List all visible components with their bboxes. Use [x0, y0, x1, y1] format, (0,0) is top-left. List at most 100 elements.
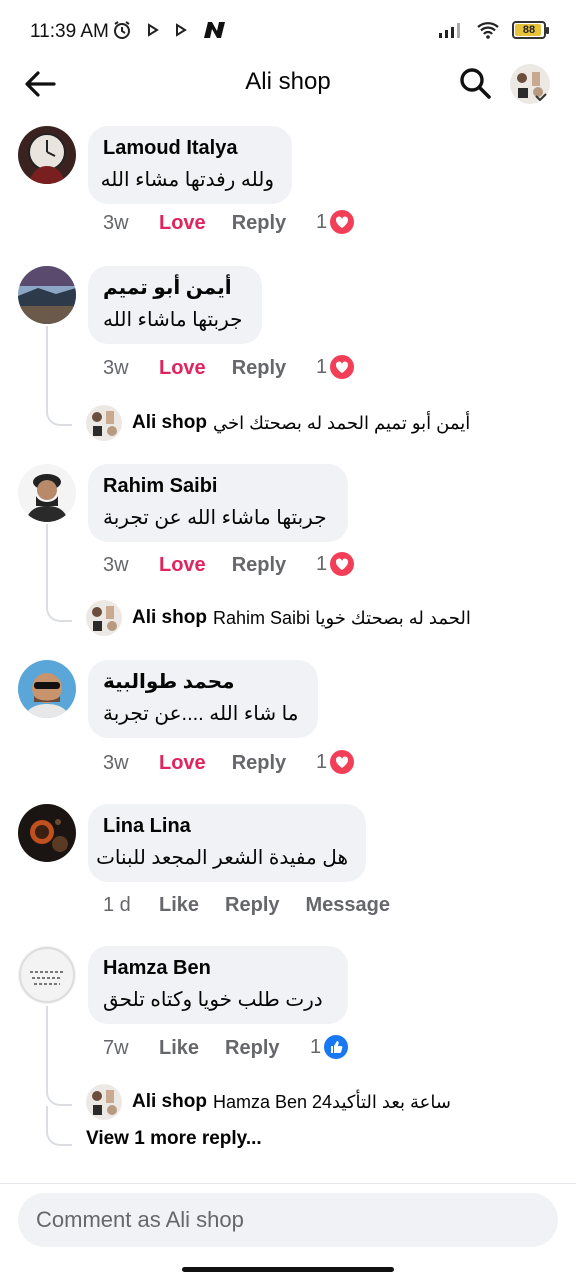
play-icon [148, 23, 159, 37]
reply-text: Hamza Ben 24ساعة بعد التأكيد [212, 1091, 451, 1112]
comment-bubble[interactable]: Lina Lina هل مفيدة الشعر المجعد للبنات [88, 804, 366, 882]
reply-author[interactable]: Ali shop [132, 412, 207, 434]
heart-icon [330, 355, 355, 379]
comment-text: ما شاء الله ....عن تجربة [103, 703, 299, 725]
comment-input[interactable] [18, 1193, 558, 1247]
comment-time[interactable]: 3w [103, 357, 159, 380]
heart-icon [330, 750, 355, 774]
avatar-calligraphy-image [18, 946, 76, 1004]
n-app-icon [204, 22, 225, 38]
heart-icon [330, 210, 355, 234]
reply-button[interactable]: Reply [225, 894, 279, 917]
message-button[interactable]: Message [306, 894, 391, 917]
comment-bubble[interactable]: محمد طوالبية ما شاء الله ....عن تجربة [88, 660, 318, 738]
avatar-coffee-image [18, 804, 76, 862]
thread-line [46, 1006, 72, 1106]
reply-button[interactable]: Reply [232, 752, 286, 775]
reply-author[interactable]: Ali shop [132, 1091, 207, 1113]
reply-button[interactable]: Reply [225, 1037, 279, 1060]
comment-time[interactable]: 3w [103, 752, 159, 775]
ali-shop-avatar-image [86, 1084, 122, 1120]
comment-author[interactable]: Rahim Saibi [103, 474, 330, 498]
comment-actions: 1 d Like Reply Message [103, 894, 416, 917]
comment-text: ولله رفدتها مشاء الله [100, 169, 274, 191]
battery-icon: 88 [512, 21, 549, 39]
header: Ali shop [0, 62, 576, 106]
search-button[interactable] [458, 66, 494, 102]
avatar[interactable] [86, 405, 122, 441]
avatar-person-image [18, 464, 76, 522]
avatar[interactable] [18, 266, 76, 324]
reaction-count[interactable]: 1 [316, 750, 355, 774]
ali-shop-avatar-image [86, 600, 122, 636]
comment-actions: 3w Love Reply [103, 357, 312, 380]
love-button[interactable]: Love [159, 357, 206, 380]
reaction-count[interactable]: 1 [316, 355, 355, 379]
comment-composer-bar [0, 1183, 576, 1280]
thumbs-up-icon [324, 1035, 349, 1059]
reaction-number: 1 [316, 750, 328, 773]
profile-switcher[interactable] [510, 64, 550, 104]
comment-author[interactable]: أيمن أبو تميم [103, 276, 244, 300]
avatar[interactable] [86, 1084, 122, 1120]
avatar[interactable] [18, 660, 76, 718]
comment-time[interactable]: 7w [103, 1037, 159, 1060]
reply-button[interactable]: Reply [232, 357, 286, 380]
comment-text: جربتها ماشاء الله [103, 309, 243, 331]
avatar[interactable] [86, 600, 122, 636]
comment-text: جربتها ماشاء الله عن تجربة [103, 507, 327, 529]
comment-author[interactable]: Lina Lina [103, 814, 348, 838]
reply-item[interactable]: Ali shop Hamza Ben 24ساعة بعد التأكيد [86, 1084, 451, 1120]
thread-line [46, 1106, 72, 1146]
search-icon [460, 68, 491, 99]
comment-author[interactable]: Lamoud Italya [103, 136, 274, 160]
avatar[interactable] [18, 946, 76, 1004]
comment-actions: 7w Like Reply [103, 1037, 306, 1060]
reply-author[interactable]: Ali shop [132, 607, 207, 629]
comment-bubble[interactable]: أيمن أبو تميم جربتها ماشاء الله [88, 266, 262, 344]
reaction-number: 1 [316, 210, 328, 233]
comment-author[interactable]: Hamza Ben [103, 956, 330, 980]
reaction-count[interactable]: 1 [310, 1035, 349, 1059]
comment-author[interactable]: محمد طوالبية [103, 670, 300, 694]
reply-button[interactable]: Reply [232, 554, 286, 577]
thread-line [46, 524, 72, 622]
comment-bubble[interactable]: Hamza Ben درت طلب خويا وكتاه تلحق [88, 946, 348, 1024]
reaction-number: 1 [316, 552, 328, 575]
comment-bubble[interactable]: Rahim Saibi جربتها ماشاء الله عن تجربة [88, 464, 348, 542]
reply-button[interactable]: Reply [232, 212, 286, 235]
reaction-number: 1 [316, 355, 328, 378]
reply-item[interactable]: Ali shop Rahim Saibi الحمد له بصحتك خويا [86, 600, 471, 636]
heart-icon [330, 552, 355, 576]
comment-actions: 3w Love Reply [103, 554, 312, 577]
comment-actions: 3w Love Reply [103, 212, 312, 235]
clock: 11:39 AM [30, 21, 109, 42]
like-button[interactable]: Like [159, 894, 199, 917]
avatar[interactable] [18, 804, 76, 862]
reaction-number: 1 [310, 1035, 322, 1058]
like-button[interactable]: Like [159, 1037, 199, 1060]
avatar-clock-image [18, 126, 76, 184]
reaction-count[interactable]: 1 [316, 552, 355, 576]
reply-item[interactable]: Ali shop أيمن أبو تميم الحمد له بصحتك اخ… [86, 405, 470, 441]
notification-icons [112, 20, 228, 40]
view-more-replies-link[interactable]: View 1 more reply... [86, 1128, 262, 1150]
status-bar: 11:39 AM 88 [0, 0, 576, 62]
thread-line [46, 326, 72, 426]
reply-text: Rahim Saibi الحمد له بصحتك خويا [212, 607, 471, 628]
love-button[interactable]: Love [159, 554, 206, 577]
love-button[interactable]: Love [159, 212, 206, 235]
avatar-landscape-image [18, 266, 76, 324]
comment-time[interactable]: 3w [103, 212, 159, 235]
comment-time[interactable]: 3w [103, 554, 159, 577]
comment-actions: 3w Love Reply [103, 752, 312, 775]
wifi-icon [477, 22, 499, 39]
love-button[interactable]: Love [159, 752, 206, 775]
avatar[interactable] [18, 126, 76, 184]
avatar-man-sunglasses-image [18, 660, 76, 718]
comment-time[interactable]: 1 d [103, 894, 159, 917]
reply-text: أيمن أبو تميم الحمد له بصحتك اخي [212, 412, 471, 433]
avatar[interactable] [18, 464, 76, 522]
reaction-count[interactable]: 1 [316, 210, 355, 234]
comment-bubble[interactable]: Lamoud Italya ولله رفدتها مشاء الله [88, 126, 292, 204]
